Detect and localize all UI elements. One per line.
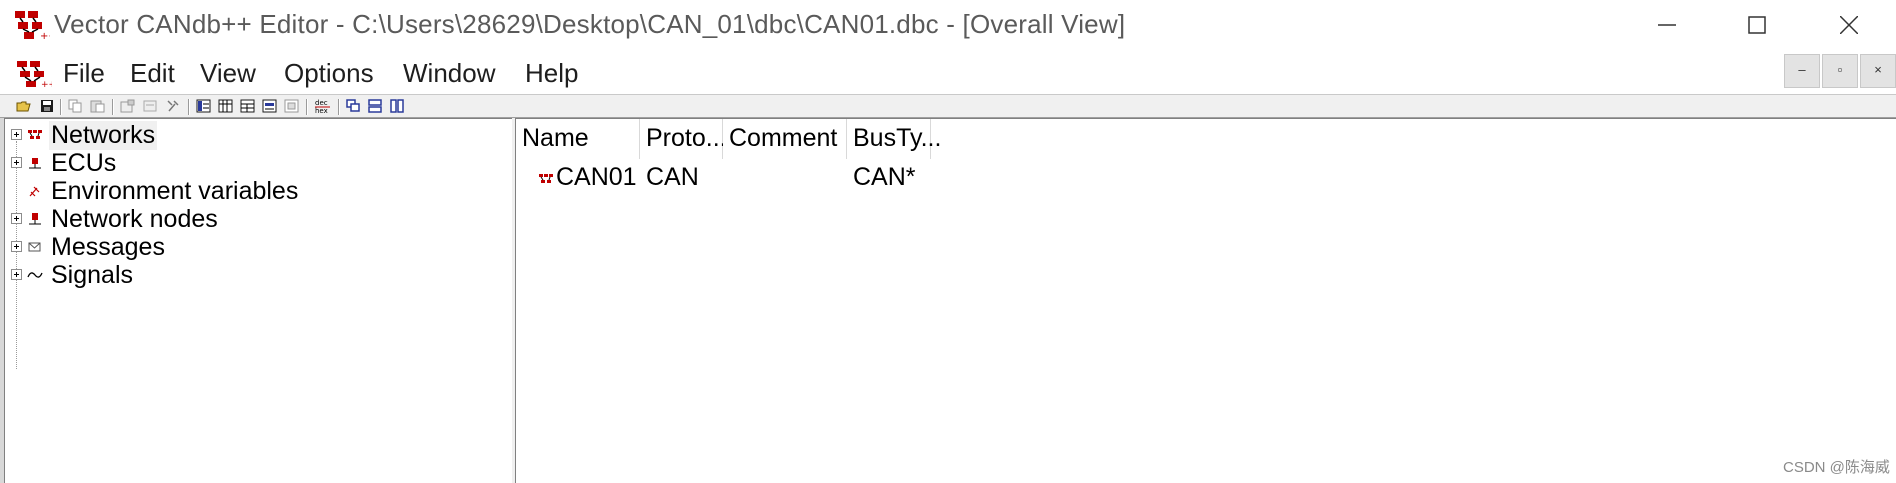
toolbar-separator bbox=[112, 99, 114, 115]
menu-options[interactable]: Options bbox=[284, 58, 374, 89]
toolbar-separator bbox=[188, 99, 190, 115]
column-header-bustype-label: BusTy... bbox=[853, 124, 942, 152]
menu-file[interactable]: File bbox=[63, 58, 105, 89]
expand-network-nodes-icon[interactable] bbox=[11, 213, 22, 224]
mdi-minimize-icon: – bbox=[1798, 62, 1806, 77]
title-bar: ++ Vector CANdb++ Editor - C:\Users\2862… bbox=[0, 0, 1896, 50]
minimize-button[interactable] bbox=[1622, 0, 1712, 50]
menu-help[interactable]: Help bbox=[525, 58, 578, 89]
vector-candb-icon: ++ bbox=[15, 11, 50, 40]
form-view-icon[interactable] bbox=[262, 99, 277, 113]
network-icon bbox=[28, 130, 42, 139]
tree-label-messages: Messages bbox=[51, 233, 165, 261]
properties-icon[interactable] bbox=[120, 99, 135, 113]
close-button[interactable] bbox=[1804, 0, 1894, 50]
save-icon[interactable] bbox=[40, 99, 55, 113]
tile-horizontal-icon[interactable] bbox=[368, 99, 383, 113]
new-object-icon[interactable] bbox=[143, 99, 158, 113]
svg-text:++: ++ bbox=[40, 31, 50, 40]
menu-view[interactable]: View bbox=[200, 58, 256, 89]
cascade-icon[interactable] bbox=[346, 99, 361, 113]
mdi-close-icon: × bbox=[1874, 62, 1882, 77]
toolbar-separator bbox=[60, 99, 62, 115]
svg-text:++: ++ bbox=[41, 80, 52, 88]
maximize-icon bbox=[1748, 16, 1766, 34]
tree-label-network-nodes: Network nodes bbox=[51, 205, 218, 233]
expand-signals-icon[interactable] bbox=[11, 269, 22, 280]
tree-item-signals[interactable]: Signals bbox=[5, 259, 505, 291]
menu-edit[interactable]: Edit bbox=[130, 58, 175, 89]
minimize-icon bbox=[1658, 24, 1676, 26]
tree-label-networks: Networks bbox=[49, 121, 158, 150]
copy-icon[interactable] bbox=[68, 99, 83, 113]
column-header-protocol-label: Proto... bbox=[646, 124, 727, 152]
cell-network-name[interactable]: CAN01 bbox=[556, 163, 637, 192]
svg-text:dec: dec bbox=[315, 99, 328, 107]
node-icon bbox=[29, 213, 41, 225]
preview-icon[interactable] bbox=[284, 99, 299, 113]
document-system-menu-icon[interactable]: ++ bbox=[16, 60, 52, 88]
menu-bar: ++ File Edit View Options Window Help – … bbox=[0, 52, 1896, 94]
window-title: Vector CANdb++ Editor - C:\Users\28629\D… bbox=[54, 9, 1126, 39]
tree-label-signals: Signals bbox=[51, 261, 133, 289]
signal-icon bbox=[27, 272, 43, 278]
env-variable-icon bbox=[29, 186, 40, 197]
paste-icon[interactable] bbox=[90, 99, 105, 113]
overall-view-tree: Networks ECUs Environment variables Netw… bbox=[4, 118, 512, 483]
object-list-view: Name Proto... Comment BusTy... CAN01 CAN… bbox=[516, 118, 1896, 483]
maximize-button[interactable] bbox=[1712, 0, 1802, 50]
column-header-comment[interactable]: Comment bbox=[723, 119, 847, 159]
column-header-name[interactable]: Name bbox=[516, 119, 640, 159]
dec-hex-icon[interactable]: dechex bbox=[314, 97, 332, 115]
list-view-icon[interactable] bbox=[218, 99, 233, 113]
mdi-close-button[interactable]: × bbox=[1860, 54, 1896, 88]
expand-networks-icon[interactable] bbox=[11, 129, 22, 140]
mdi-minimize-button[interactable]: – bbox=[1784, 54, 1820, 88]
tree-label-environment-variables: Environment variables bbox=[51, 177, 299, 205]
toolbar-separator bbox=[306, 99, 308, 115]
column-header-protocol[interactable]: Proto... bbox=[640, 119, 727, 159]
mdi-restore-button[interactable]: ▫ bbox=[1822, 54, 1858, 88]
toolbar-separator bbox=[338, 99, 340, 115]
watermark: CSDN @陈海威 bbox=[1783, 459, 1890, 476]
menu-window[interactable]: Window bbox=[403, 58, 495, 89]
grid-view-icon[interactable] bbox=[240, 99, 255, 113]
close-icon bbox=[1840, 16, 1858, 34]
column-header-name-label: Name bbox=[522, 124, 589, 152]
svg-text:hex: hex bbox=[315, 107, 328, 115]
column-header-bustype[interactable]: BusTy... bbox=[847, 119, 941, 159]
message-icon bbox=[28, 242, 41, 252]
expand-ecus-icon[interactable] bbox=[11, 157, 22, 168]
open-folder-icon[interactable] bbox=[16, 99, 31, 113]
cell-network-bustype: CAN* bbox=[853, 163, 916, 191]
mdi-restore-icon: ▫ bbox=[1837, 62, 1843, 77]
tools-icon[interactable] bbox=[166, 99, 181, 113]
network-icon bbox=[539, 174, 553, 183]
tree-label-ecus: ECUs bbox=[51, 149, 117, 177]
ecu-icon bbox=[29, 158, 41, 169]
toolbar: dec hex bbox=[0, 94, 1896, 118]
column-header-comment-label: Comment bbox=[729, 124, 838, 152]
tile-vertical-icon[interactable] bbox=[390, 99, 405, 113]
expand-messages-icon[interactable] bbox=[11, 241, 22, 252]
table-view-icon[interactable] bbox=[196, 99, 211, 113]
cell-network-protocol: CAN bbox=[646, 163, 699, 191]
